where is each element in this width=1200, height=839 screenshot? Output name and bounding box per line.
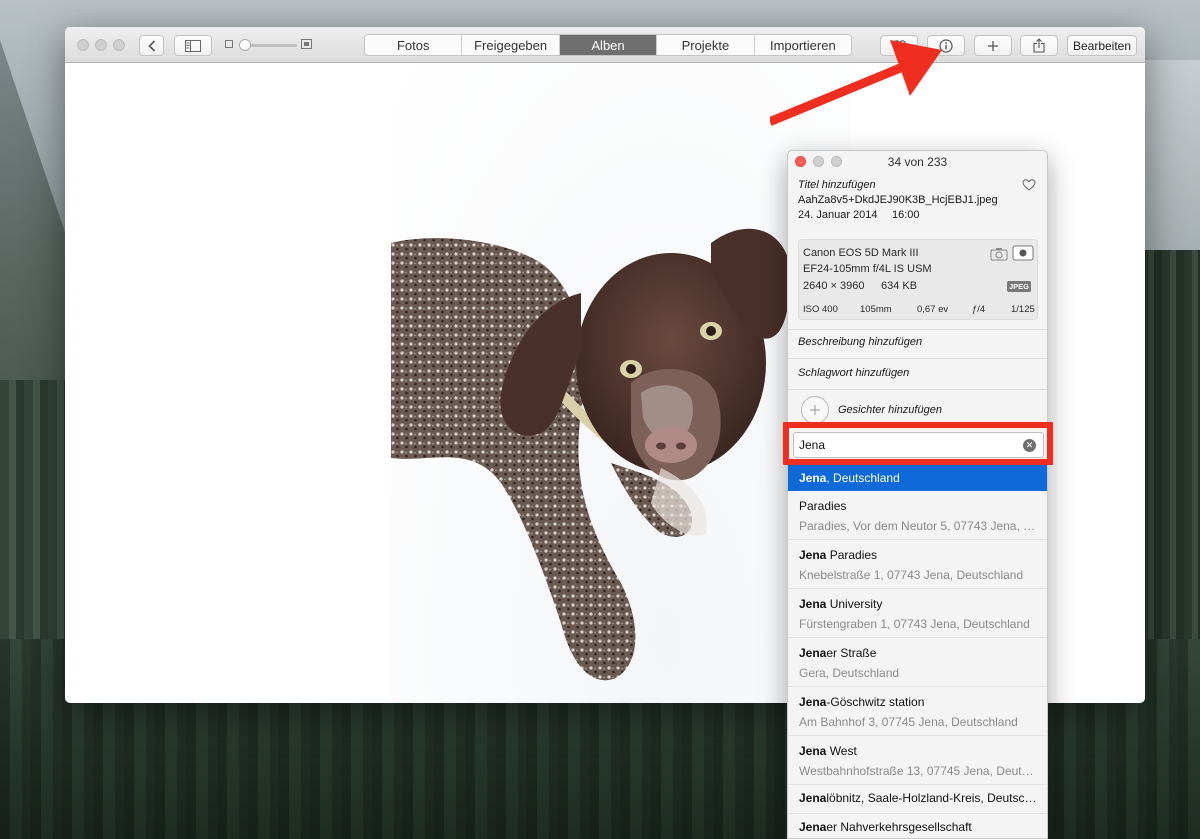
result-item[interactable]: Jena West Westbahnhofstraße 13, 07745 Je… [788,736,1047,785]
share-icon [1033,38,1045,53]
result-title: Paradies [799,499,847,513]
result-address: Fürstengraben 1, 07743 Jena, Deutschland [799,617,1030,631]
plus-icon [988,40,998,51]
result-address: Paradies, Vor dem Neutor 5, 07743 Jena, … [799,519,1039,533]
tab-freigegeben[interactable]: Freigegeben [462,35,560,55]
result-item[interactable]: Jena University Fürstengraben 1, 07743 J… [788,589,1047,638]
divider [788,329,1047,330]
result-title: West [826,744,857,758]
result-match: Jena [799,471,827,485]
photo-date: 24. Januar 2014 [798,209,878,221]
camera-icon [990,248,1008,261]
divider [788,358,1047,359]
result-item[interactable]: Jenaer Nahverkehrsgesellschaft [788,814,1047,838]
result-match: Jena [799,548,827,562]
tab-projekte[interactable]: Projekte [657,35,755,55]
plus-icon [810,405,820,415]
back-icon [147,39,155,52]
result-item[interactable]: Paradies Paradies, Vor dem Neutor 5, 077… [788,491,1047,540]
result-address: Westbahnhofstraße 13, 07745 Jena, Deutsc… [799,764,1039,778]
zoom-slider-knob[interactable] [239,39,251,51]
result-item[interactable]: Jena-Göschwitz station Am Bahnhof 3, 077… [788,687,1047,736]
result-item[interactable]: Jena Paradies Knebelstraße 1, 07743 Jena… [788,540,1047,589]
lens-icon [1012,245,1034,261]
add-face-button[interactable] [801,396,829,424]
result-title: , Deutschland [826,471,900,485]
result-match: Jena [799,744,827,758]
shutter-value: 1/125 [1011,304,1035,315]
result-address: Am Bahnhof 3, 07745 Jena, Deutschland [799,715,1018,729]
add-button[interactable] [974,35,1012,56]
keyword-field[interactable]: Schlagwort hinzufügen [798,367,909,379]
result-match: Jena [799,820,827,834]
result-title: löbnitz, Saale-Holzland-Kreis, Deutschla… [826,791,1039,805]
result-match: Jena [799,646,827,660]
focal-length-value: 105mm [860,304,892,315]
close-window-button[interactable] [77,39,89,51]
tab-fotos[interactable]: Fotos [365,35,463,55]
file-size: 634 KB [881,280,918,292]
zoom-window-button[interactable] [113,39,125,51]
tab-alben[interactable]: Alben [559,35,658,55]
result-address: Knebelstraße 1, 07743 Jena, Deutschland [799,568,1024,582]
sidebar-icon [185,39,201,52]
toolbar: Fotos Freigegeben Alben Projekte Importi… [65,27,1145,63]
large-thumbnail-icon [301,39,312,49]
exif-box: Canon EOS 5D Mark III EF24-105mm f/4L IS… [798,239,1038,320]
edit-button[interactable]: Bearbeiten [1067,35,1137,56]
result-item[interactable]: Jena, Deutschland [788,465,1047,491]
result-match: Jena [799,597,827,611]
heart-icon[interactable] [1022,179,1036,191]
result-title: Paradies [826,548,878,562]
result-title: er Nahverkehrsgesellschaft [826,820,972,834]
small-thumbnail-icon [225,40,233,48]
zoom-slider-track[interactable] [243,44,297,47]
camera-model: Canon EOS 5D Mark III [803,247,919,259]
title-field[interactable]: Titel hinzufügen [798,179,876,191]
photo-time: 16:00 [892,209,920,221]
photo-view[interactable] [391,63,851,703]
file-name: AahZa8v5+DkdJEJ90K3B_HcjEBJ1.jpeg [798,194,998,206]
image-dimensions: 2640 × 3960 [803,280,865,292]
result-address: Gera, Deutschland [799,666,900,680]
result-item[interactable]: Jenalöbnitz, Saale-Holzland-Kreis, Deuts… [788,785,1047,814]
result-title: er Straße [826,646,877,660]
share-button[interactable] [1020,35,1058,56]
result-title: -Göschwitz station [826,695,925,709]
format-badge: JPEG [1007,281,1032,292]
faces-label[interactable]: Gesichter hinzufügen [838,404,942,416]
result-item[interactable]: Jenaer Straße Gera, Deutschland [788,638,1047,687]
dog-photo [391,228,791,681]
location-results: Jena, Deutschland Paradies Paradies, Vor… [788,465,1047,838]
result-match: Jena [799,695,827,709]
photo-counter: 34 von 233 [887,155,948,169]
aperture-value: ƒ/4 [972,304,986,315]
sidebar-toggle-button[interactable] [174,35,212,56]
iso-value: ISO 400 [803,304,838,315]
info-panel: 34 von 233 Titel hinzufügen AahZa8v5+Dkd… [787,150,1048,839]
exposure-value: 0,67 ev [917,304,949,315]
annotation-highlight [783,422,1053,465]
minimize-window-button[interactable] [95,39,107,51]
back-button[interactable] [139,35,164,56]
result-title: University [826,597,883,611]
divider [788,389,1047,390]
result-match: Jena [799,791,827,805]
lens-model: EF24-105mm f/4L IS USM [803,263,932,275]
annotation-arrow [770,40,942,126]
description-field[interactable]: Beschreibung hinzufügen [798,336,922,348]
